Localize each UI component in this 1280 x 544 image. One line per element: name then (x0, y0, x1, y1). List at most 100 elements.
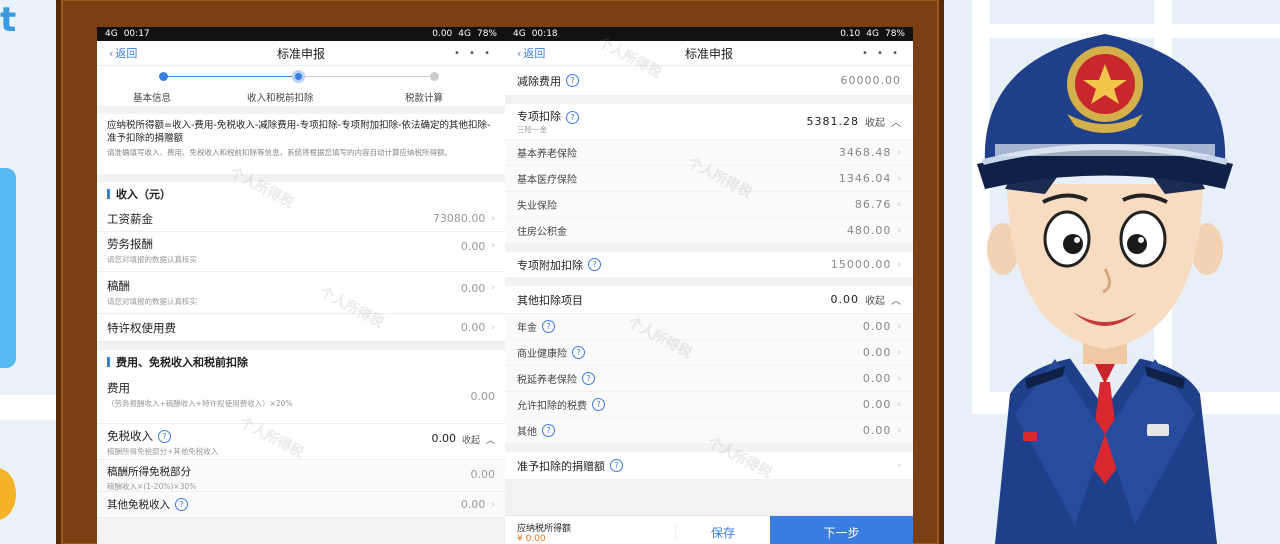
help-icon[interactable]: ? (175, 498, 188, 511)
help-icon[interactable]: ? (582, 372, 595, 385)
row-value: 73080.00 (432, 212, 486, 225)
step-dot-pending (430, 72, 439, 81)
row-value: 0.00 (862, 346, 892, 359)
row-label: 年金 (517, 323, 537, 334)
step-progress: 基本信息 收入和税前扣除 税款计算 (97, 66, 505, 106)
row-label: 特许权使用费 (107, 320, 176, 335)
help-icon[interactable]: ? (566, 110, 579, 124)
help-icon[interactable]: ? (158, 430, 171, 443)
expense-row-taxfree[interactable]: 免税收入? 稿酬所得免税部分+其他免税收入 0.00 收起 ︿ (97, 424, 505, 460)
income-row-labor[interactable]: 劳务报酬 请您对填报的数据认真核实 0.00 › (97, 232, 505, 272)
row-label: 免税收入 (107, 429, 153, 443)
section-title: 费用、免税收入和税前扣除 (116, 356, 248, 369)
row-label: 劳务报酬 (107, 237, 153, 251)
chevron-left-icon: ‹ (109, 46, 114, 60)
row-label: 费用 (107, 381, 130, 395)
row-value: 0.00 (431, 432, 456, 445)
special-item-medical[interactable]: 基本医疗保险 1346.04 › (505, 166, 913, 192)
chevron-up-icon: ︿ (485, 436, 495, 446)
step-label: 基本信息 (133, 93, 172, 104)
row-value: 60000.00 (840, 74, 901, 87)
help-icon[interactable]: ? (610, 459, 623, 472)
row-label: 失业保险 (517, 201, 557, 212)
help-icon[interactable]: ? (588, 258, 601, 271)
row-value: 0.00 (862, 320, 892, 333)
step-dot-current (292, 70, 305, 83)
row-label: 税延养老保险 (517, 375, 577, 386)
row-label: 专项附加扣除 (517, 258, 583, 272)
step-label: 收入和税前扣除 (247, 93, 314, 104)
more-icon[interactable]: • • • (862, 48, 901, 59)
deduction-row[interactable]: 减除费用? 60000.00 (505, 66, 913, 96)
help-icon[interactable]: ? (592, 398, 605, 411)
special-item-pension[interactable]: 基本养老保险 3468.48 › (505, 140, 913, 166)
other-item-annuity[interactable]: 年金? 0.00 › (505, 314, 913, 340)
status-time: 00:18 (531, 29, 558, 39)
collapse-toggle[interactable]: 收起 (462, 428, 480, 446)
signal-indicator: 4G (105, 29, 118, 39)
collapse-toggle[interactable]: 收起 (865, 114, 885, 129)
income-row-royalty[interactable]: 稿酬 请您对填报的数据认真核实 0.00 › (97, 272, 505, 314)
row-label: 其他免税收入 (107, 499, 170, 511)
battery-level: 78% (476, 29, 497, 39)
other-item-allowed-tax[interactable]: 允许扣除的税费? 0.00 › (505, 392, 913, 418)
help-icon[interactable]: ? (542, 424, 555, 437)
summary-value: ¥ 0.00 (517, 534, 546, 544)
back-button[interactable]: ‹ 返回 (517, 45, 545, 61)
bottom-action-bar: 应纳税所得额 ¥ 0.00 保存 下一步 (505, 515, 913, 544)
donation-row[interactable]: 准予扣除的捐赠额? › (505, 452, 913, 480)
collapse-toggle[interactable]: 收起 (865, 292, 885, 307)
special-additional-row[interactable]: 专项附加扣除? 15000.00 › (505, 252, 913, 278)
more-icon[interactable]: • • • (454, 48, 493, 59)
chevron-right-icon: › (491, 213, 495, 224)
nav-bar: ‹ 返回 标准申报 • • • (505, 41, 913, 66)
chevron-right-icon: › (491, 241, 495, 251)
step-line (299, 76, 434, 77)
taxable-income-summary: 应纳税所得额 ¥ 0.00 (505, 521, 675, 544)
status-time: 00:17 (123, 29, 150, 39)
row-value: 86.76 (854, 198, 892, 211)
network-speed: 0.00 (432, 29, 453, 39)
income-row-franchise[interactable]: 特许权使用费 0.00 › (97, 314, 505, 342)
row-value: 15000.00 (830, 258, 892, 271)
separator (505, 244, 913, 252)
expense-row-fee[interactable]: 费用 （劳务报酬收入+稿酬收入+特许权使用费收入）×20% 0.00 (97, 374, 505, 424)
chevron-right-icon: › (897, 173, 901, 184)
battery-level: 78% (884, 29, 905, 39)
board-screen: 4G 00:17 0.00 4G 78% ‹ 返回 标准申报 • • • 基本信… (97, 27, 913, 544)
help-icon[interactable]: ? (566, 74, 579, 87)
special-item-unemployment[interactable]: 失业保险 86.76 › (505, 192, 913, 218)
special-item-housing-fund[interactable]: 住房公积金 480.00 › (505, 218, 913, 244)
income-row-salary[interactable]: 工资薪金 73080.00 › (97, 206, 505, 232)
other-deduction-row[interactable]: 其他扣除项目 0.00 收起 ︿ (505, 286, 913, 314)
help-icon[interactable]: ? (542, 320, 555, 333)
section-title: 收入（元） (116, 188, 171, 201)
special-deduction-row[interactable]: 专项扣除? 三险一金 5381.28 收起 ︿ (505, 104, 913, 140)
back-button[interactable]: ‹ 返回 (109, 45, 137, 61)
other-item-misc[interactable]: 其他? 0.00 › (505, 418, 913, 444)
save-button[interactable]: 保存 (675, 524, 770, 541)
row-sub: 三险一金 (517, 125, 547, 134)
decor-letter: t (0, 0, 17, 40)
other-item-health-insurance[interactable]: 商业健康险? 0.00 › (505, 340, 913, 366)
row-label: 商业健康险 (517, 349, 567, 360)
expense-section-header: 费用、免税收入和税前扣除 (97, 350, 505, 374)
next-step-button[interactable]: 下一步 (770, 515, 913, 544)
row-value: 0.00 (470, 390, 496, 403)
chevron-right-icon: › (897, 399, 901, 410)
chevron-right-icon: › (491, 322, 495, 333)
other-item-deferred-pension[interactable]: 税延养老保险? 0.00 › (505, 366, 913, 392)
section-marker (107, 189, 110, 199)
expense-row-royalty-free[interactable]: 稿酬所得免税部分 稿酬收入×(1-20%)×30% 0.00 (97, 460, 505, 492)
expense-row-other-free[interactable]: 其他免税收入? 0.00 › (97, 492, 505, 518)
row-sub: 稿酬收入×(1-20%)×30% (107, 482, 197, 491)
row-label: 稿酬 (107, 279, 130, 293)
formula-panel: 应纳税所得额=收入-费用-免税收入-减除费用-专项扣除-专项附加扣除-依法确定的… (97, 114, 505, 174)
row-value: 5381.28 (806, 115, 859, 128)
row-value: 0.00 (460, 240, 486, 253)
row-label: 其他 (517, 427, 537, 438)
help-icon[interactable]: ? (572, 346, 585, 359)
lte-indicator: 4G (866, 29, 879, 39)
row-label: 准予扣除的捐赠额 (517, 459, 605, 473)
chevron-left-icon: ‹ (517, 46, 522, 60)
